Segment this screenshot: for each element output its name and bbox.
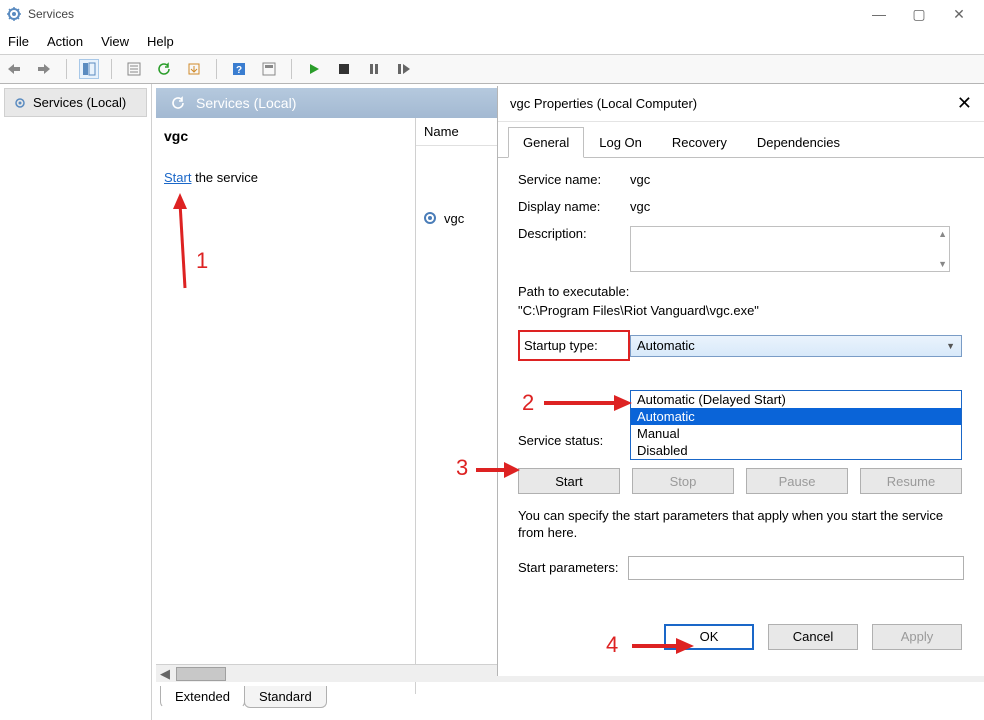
maximize-button[interactable]: ▢ bbox=[912, 7, 926, 21]
tab-extended[interactable]: Extended bbox=[160, 686, 245, 708]
tab-general[interactable]: General bbox=[508, 127, 584, 158]
dialog-body: Service name: vgc Display name: vgc Desc… bbox=[498, 158, 984, 594]
scroll-left-button[interactable]: ◀ bbox=[156, 665, 174, 683]
dialog-titlebar: vgc Properties (Local Computer) ✕ bbox=[498, 86, 984, 122]
label-service-name: Service name: bbox=[518, 172, 630, 187]
start-service-line: Start the service bbox=[164, 170, 407, 185]
startup-type-value: Automatic bbox=[637, 338, 695, 353]
close-button[interactable]: ✕ bbox=[952, 7, 966, 21]
toolbar: ? bbox=[0, 54, 984, 84]
show-hide-button[interactable] bbox=[259, 59, 279, 79]
service-control-buttons: Start Stop Pause Resume bbox=[518, 468, 964, 494]
stop-button: Stop bbox=[632, 468, 734, 494]
tab-recovery[interactable]: Recovery bbox=[657, 127, 742, 158]
start-service-link[interactable]: Start bbox=[164, 170, 191, 185]
label-service-status: Service status: bbox=[518, 433, 630, 448]
menu-file[interactable]: File bbox=[8, 34, 29, 49]
svg-text:?: ? bbox=[236, 65, 242, 76]
selected-service-name: vgc bbox=[164, 128, 407, 144]
list-row-label: vgc bbox=[444, 211, 464, 226]
tree-node-label: Services (Local) bbox=[33, 95, 126, 110]
menu-bar: File Action View Help bbox=[0, 28, 984, 54]
start-service-suffix: the service bbox=[191, 170, 257, 185]
option-disabled[interactable]: Disabled bbox=[631, 442, 961, 459]
minimize-button[interactable]: — bbox=[872, 7, 886, 21]
gear-icon bbox=[422, 210, 438, 226]
value-display-name: vgc bbox=[630, 199, 650, 214]
menu-action[interactable]: Action bbox=[47, 34, 83, 49]
pause-service-button[interactable] bbox=[364, 59, 384, 79]
cancel-button[interactable]: Cancel bbox=[768, 624, 858, 650]
dialog-title: vgc Properties (Local Computer) bbox=[510, 96, 957, 111]
start-service-button[interactable] bbox=[304, 59, 324, 79]
back-button[interactable] bbox=[4, 59, 24, 79]
properties-button[interactable] bbox=[124, 59, 144, 79]
startup-type-dropdown: Automatic (Delayed Start) Automatic Manu… bbox=[630, 390, 962, 460]
start-params-hint: You can specify the start parameters tha… bbox=[518, 508, 964, 542]
export-button[interactable] bbox=[184, 59, 204, 79]
menu-view[interactable]: View bbox=[101, 34, 129, 49]
details-pane-button[interactable] bbox=[79, 59, 99, 79]
option-automatic[interactable]: Automatic bbox=[631, 408, 961, 425]
tab-standard[interactable]: Standard bbox=[244, 686, 327, 708]
label-description: Description: bbox=[518, 226, 630, 241]
forward-button[interactable] bbox=[34, 59, 54, 79]
start-button[interactable]: Start bbox=[518, 468, 620, 494]
tree-panel: Services (Local) bbox=[0, 84, 152, 720]
restart-service-button[interactable] bbox=[394, 59, 414, 79]
scroll-thumb[interactable] bbox=[176, 667, 226, 681]
refresh-button[interactable] bbox=[154, 59, 174, 79]
ok-button[interactable]: OK bbox=[664, 624, 754, 650]
description-box[interactable]: ▲ ▼ bbox=[630, 226, 950, 272]
tab-log-on[interactable]: Log On bbox=[584, 127, 657, 158]
value-service-name: vgc bbox=[630, 172, 650, 187]
dialog-buttons: OK Cancel Apply bbox=[498, 624, 984, 650]
refresh-icon bbox=[170, 95, 186, 111]
label-startup-type: Startup type: bbox=[518, 330, 630, 361]
tree-node-services-local[interactable]: Services (Local) bbox=[4, 88, 147, 117]
stop-service-button[interactable] bbox=[334, 59, 354, 79]
scroll-down-icon[interactable]: ▼ bbox=[938, 259, 947, 269]
properties-dialog: vgc Properties (Local Computer) ✕ Genera… bbox=[497, 86, 984, 676]
view-tabs: Extended Standard bbox=[160, 686, 326, 708]
pause-button: Pause bbox=[746, 468, 848, 494]
window-titlebar: Services — ▢ ✕ bbox=[0, 0, 984, 28]
services-icon bbox=[6, 6, 22, 22]
detail-header-title: Services (Local) bbox=[196, 95, 296, 111]
option-manual[interactable]: Manual bbox=[631, 425, 961, 442]
dialog-close-button[interactable]: ✕ bbox=[957, 93, 972, 114]
apply-button: Apply bbox=[872, 624, 962, 650]
startup-type-select[interactable]: Automatic ▼ bbox=[630, 335, 962, 357]
chevron-down-icon: ▼ bbox=[946, 341, 955, 351]
option-automatic-delayed[interactable]: Automatic (Delayed Start) bbox=[631, 391, 961, 408]
window-title: Services bbox=[28, 7, 872, 21]
start-parameters-input[interactable] bbox=[628, 556, 964, 580]
help-button[interactable]: ? bbox=[229, 59, 249, 79]
dialog-tabs: General Log On Recovery Dependencies bbox=[498, 126, 984, 158]
value-path: "C:\Program Files\Riot Vanguard\vgc.exe" bbox=[518, 303, 964, 318]
label-display-name: Display name: bbox=[518, 199, 630, 214]
menu-help[interactable]: Help bbox=[147, 34, 174, 49]
scroll-up-icon[interactable]: ▲ bbox=[938, 229, 947, 239]
label-path: Path to executable: bbox=[518, 284, 964, 299]
gear-icon bbox=[13, 96, 27, 110]
tab-dependencies[interactable]: Dependencies bbox=[742, 127, 855, 158]
label-start-parameters: Start parameters: bbox=[518, 560, 618, 575]
detail-column: vgc Start the service bbox=[156, 118, 416, 694]
resume-button: Resume bbox=[860, 468, 962, 494]
